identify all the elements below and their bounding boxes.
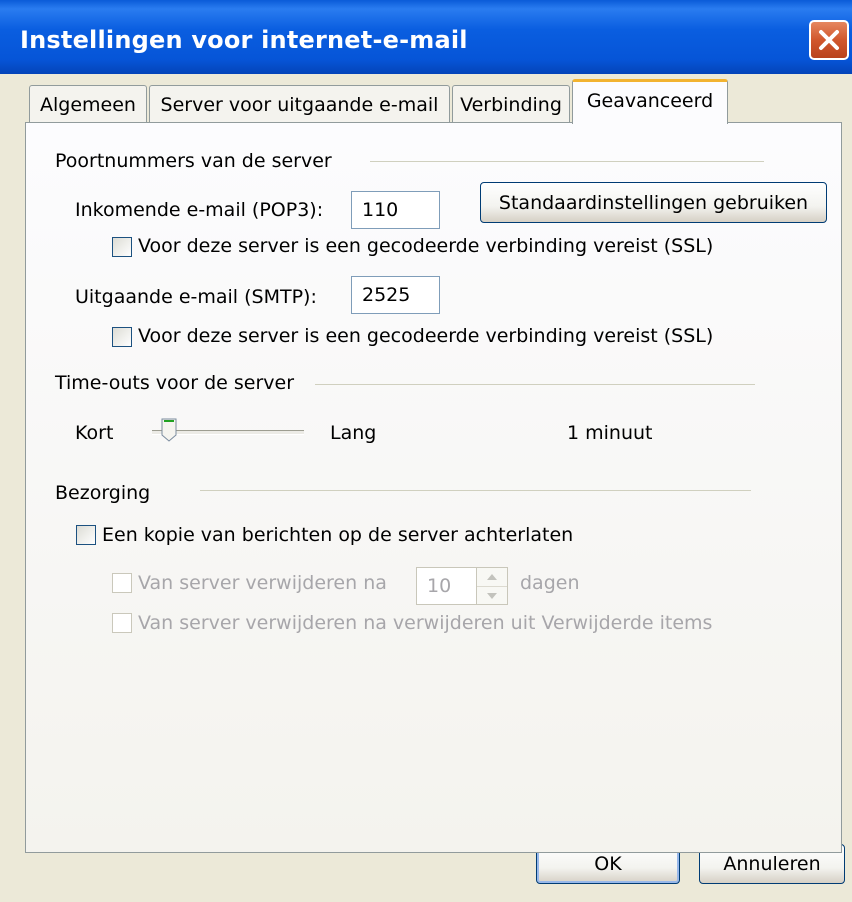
incoming-port-label: Inkomende e-mail (POP3):	[75, 199, 324, 221]
divider	[370, 161, 764, 162]
spin-up-button[interactable]	[477, 568, 507, 587]
outgoing-port-input[interactable]: 2525	[351, 276, 440, 314]
days-label: dagen	[520, 572, 580, 594]
remove-after-days-input[interactable]: 10	[416, 567, 478, 605]
timeout-value: 1 minuut	[567, 422, 653, 444]
remove-when-deleted-label: Van server verwijderen na verwijderen ui…	[138, 612, 713, 634]
timeout-slider-thumb[interactable]	[161, 418, 177, 442]
divider	[315, 384, 755, 385]
timeout-short-label: Kort	[75, 422, 114, 444]
timeout-long-label: Lang	[330, 422, 377, 444]
dialog-window: Instellingen voor internet-e-mail Algeme…	[0, 0, 852, 902]
leave-copy-checkbox[interactable]	[76, 525, 96, 545]
timeouts-group-heading: Time-outs voor de server	[55, 372, 295, 394]
days-spinner[interactable]	[476, 567, 508, 605]
remove-after-label: Van server verwijderen na	[138, 572, 387, 594]
chevron-down-icon	[487, 593, 497, 599]
panel-content: Poortnummers van de server Inkomende e-m…	[0, 0, 852, 902]
use-defaults-button[interactable]: Standaardinstellingen gebruiken	[480, 182, 827, 223]
delivery-group-heading: Bezorging	[55, 482, 151, 504]
outgoing-port-label: Uitgaande e-mail (SMTP):	[75, 286, 317, 308]
divider	[200, 490, 751, 491]
incoming-ssl-label: Voor deze server is een gecodeerde verbi…	[138, 235, 714, 257]
outgoing-ssl-label: Voor deze server is een gecodeerde verbi…	[138, 325, 714, 347]
remove-after-checkbox[interactable]	[112, 573, 132, 593]
incoming-port-input[interactable]: 110	[351, 191, 440, 229]
ports-group-heading: Poortnummers van de server	[55, 150, 332, 172]
spin-down-button[interactable]	[477, 587, 507, 605]
chevron-up-icon	[487, 574, 497, 580]
incoming-ssl-checkbox[interactable]	[112, 237, 132, 257]
outgoing-ssl-checkbox[interactable]	[112, 327, 132, 347]
leave-copy-label: Een kopie van berichten op de server ach…	[102, 524, 574, 546]
remove-when-deleted-checkbox[interactable]	[112, 613, 132, 633]
